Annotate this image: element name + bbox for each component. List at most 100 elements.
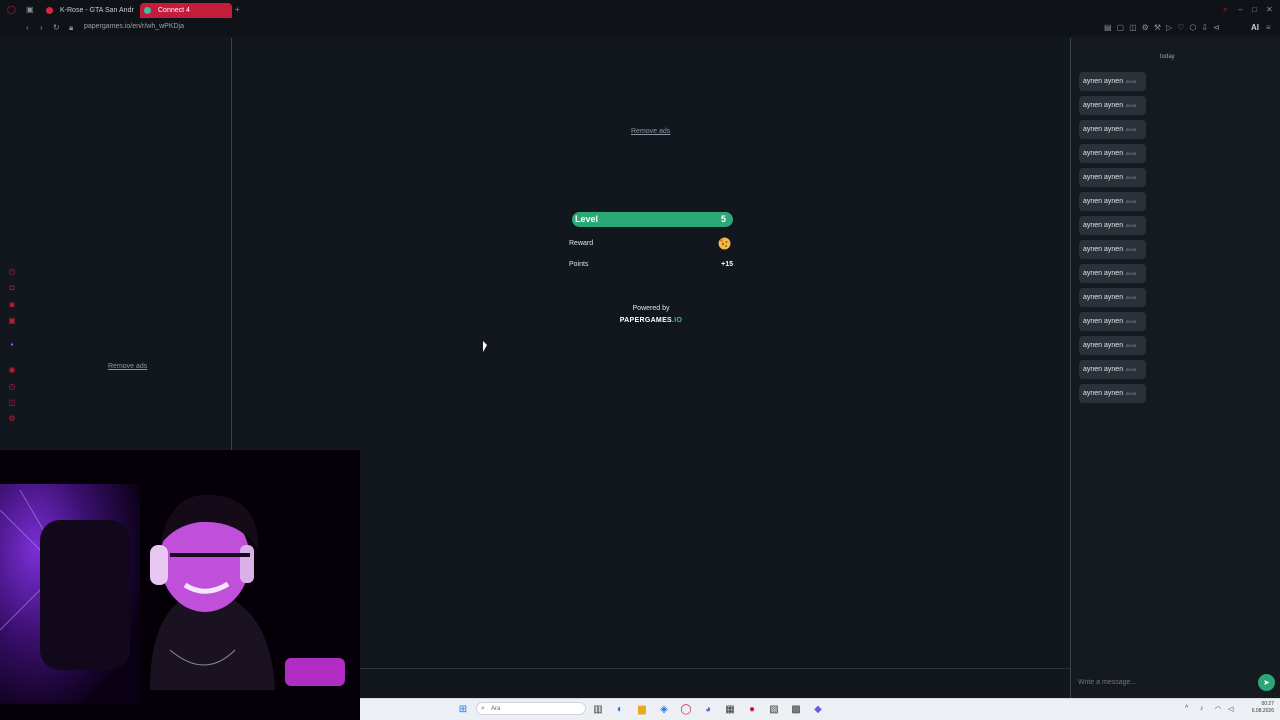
chat-message-text: aynen aynen — [1083, 126, 1124, 133]
sidebar-settings-icon[interactable]: ⚙ — [7, 414, 17, 424]
chat-message-time: 00:24 — [1126, 103, 1137, 108]
app-icon-2[interactable]: ● — [745, 703, 759, 717]
app-icon-5[interactable]: ◆ — [811, 703, 825, 717]
maximize-icon[interactable]: □ — [1252, 5, 1257, 15]
store-icon[interactable]: ◈ — [657, 703, 671, 717]
clock-date: 6.08.2026 — [1251, 708, 1274, 714]
send-button[interactable]: ➤ — [1258, 674, 1275, 691]
sidebar-box-icon[interactable]: ◫ — [7, 398, 17, 408]
chat-message-text: aynen aynen — [1083, 198, 1124, 205]
chat-message: aynen aynen 00:24 — [1079, 312, 1146, 331]
remove-ads-link-top[interactable]: Remove ads — [631, 128, 670, 135]
taskbar-search-placeholder: Ara — [491, 706, 501, 712]
chat-message-time: 00:24 — [1126, 199, 1137, 204]
lock-icon: 🔒︎ — [69, 23, 74, 32]
workspaces-icon[interactable]: ▣ — [26, 5, 34, 15]
chat-message-time: 00:24 — [1126, 319, 1137, 324]
chat-message-input[interactable] — [1072, 674, 1262, 690]
chat-message: aynen aynen 00:24 — [1079, 216, 1146, 235]
points-value: +15 — [721, 261, 733, 268]
tab-gta[interactable]: K-Rose - GTA San Andr — [42, 3, 138, 18]
wifi-icon[interactable]: ◠ — [1215, 705, 1221, 713]
chat-message-time: 00:24 — [1126, 247, 1137, 252]
taskbar-clock[interactable]: 00:27 6.08.2026 — [1244, 701, 1274, 715]
game-footer — [360, 668, 1070, 698]
sidebar-twitch-icon[interactable]: ▪ — [7, 340, 17, 350]
cookie-icon — [717, 236, 732, 251]
ai-button[interactable]: AI — [1251, 23, 1259, 33]
webcam-overlay — [0, 450, 360, 720]
edge-icon[interactable]: ◐ — [613, 703, 627, 717]
tab-label: Connect 4 — [158, 7, 190, 14]
chat-message-text: aynen aynen — [1083, 366, 1124, 373]
chat-message-time: 00:24 — [1126, 223, 1137, 228]
sidebar-bag-icon[interactable]: ◘ — [7, 283, 17, 293]
chat-message-text: aynen aynen — [1083, 294, 1124, 301]
minimize-icon[interactable]: – — [1238, 5, 1242, 15]
volume-icon[interactable]: ◁ — [1228, 705, 1233, 713]
opera-icon[interactable]: ◯ — [679, 703, 693, 717]
chat-message: aynen aynen 00:24 — [1079, 288, 1146, 307]
extensions-icons[interactable]: ▤▢◫⚙⚒▷♡⬡⇩⊲ — [1104, 23, 1225, 33]
tab-label: K-Rose - GTA San Andr — [60, 7, 134, 14]
task-view-icon[interactable]: ▥ — [591, 703, 605, 717]
logo-tld: .IO — [672, 317, 683, 324]
chat-message: aynen aynen 00:24 — [1079, 360, 1146, 379]
windows-start-icon[interactable]: ⊞ — [456, 703, 470, 717]
menu-icon[interactable]: ≡ — [1266, 23, 1271, 33]
taskbar-search[interactable]: ⌕ Ara — [476, 702, 586, 715]
chat-message-time: 00:24 — [1126, 295, 1137, 300]
chat-message: aynen aynen 00:24 — [1079, 336, 1146, 355]
discord-icon[interactable]: ◕ — [701, 703, 715, 717]
chat-message: aynen aynen 00:24 — [1079, 72, 1146, 91]
url-field[interactable]: papergames.io/en/r/wh_wPKDja — [84, 23, 184, 30]
tray-chevron-icon[interactable]: ^ — [1185, 705, 1188, 712]
left-ad-panel: Remove ads — [22, 38, 232, 450]
chat-message-text: aynen aynen — [1083, 174, 1124, 181]
powered-by-text: Powered by — [632, 305, 670, 312]
close-icon[interactable]: ✕ — [1266, 5, 1273, 15]
chat-message-time: 00:24 — [1126, 79, 1137, 84]
app-icon-3[interactable]: ▧ — [767, 703, 781, 717]
chat-message-time: 00:24 — [1126, 343, 1137, 348]
reload-icon[interactable]: ↻ — [53, 23, 60, 33]
mic-icon[interactable]: ♪ — [1200, 705, 1204, 712]
mouse-cursor — [483, 341, 487, 352]
new-tab-button[interactable]: + — [235, 5, 240, 15]
sidebar-wallet-icon[interactable]: ▣ — [7, 316, 17, 326]
points-label: Points — [569, 261, 589, 268]
chat-message-text: aynen aynen — [1083, 150, 1124, 157]
search-tabs-icon[interactable]: ⌕ — [1223, 5, 1227, 15]
chat-message: aynen aynen 00:24 — [1079, 168, 1146, 187]
chat-message-text: aynen aynen — [1083, 246, 1124, 253]
chat-message-text: aynen aynen — [1083, 102, 1124, 109]
logo-main: PAPERGAMES — [619, 317, 673, 324]
level-label: Level — [575, 214, 599, 224]
opera-logo-icon[interactable]: ◯ — [7, 5, 16, 15]
sidebar-messenger-icon[interactable]: ◙ — [7, 300, 17, 310]
chat-message: aynen aynen 00:24 — [1079, 264, 1146, 283]
chat-message: aynen aynen 00:24 — [1079, 96, 1146, 115]
app-icon-1[interactable]: ▦ — [723, 703, 737, 717]
chat-message-time: 00:24 — [1126, 391, 1137, 396]
sidebar-history-icon[interactable]: ◷ — [7, 267, 17, 277]
search-icon: ⌕ — [481, 705, 485, 712]
chat-message-text: aynen aynen — [1083, 270, 1124, 277]
app-icon-4[interactable]: ▩ — [789, 703, 803, 717]
chat-message-time: 00:24 — [1126, 127, 1137, 132]
chat-message: aynen aynen 00:24 — [1079, 240, 1146, 259]
chat-message: aynen aynen 00:24 — [1079, 384, 1146, 403]
tab-connect4[interactable]: Connect 4 — [140, 3, 232, 18]
file-explorer-icon[interactable]: ▆ — [635, 703, 649, 717]
chat-message-time: 00:24 — [1126, 367, 1137, 372]
back-icon[interactable]: ‹ — [26, 23, 29, 33]
sidebar-clock-icon[interactable]: ◴ — [7, 382, 17, 392]
youtube-icon — [46, 7, 53, 14]
remove-ads-link-left[interactable]: Remove ads — [108, 363, 147, 370]
address-bar: ‹ › ↻ 🔒︎ papergames.io/en/r/wh_wPKDja ▤▢… — [0, 20, 1280, 36]
chat-message-text: aynen aynen — [1083, 318, 1124, 325]
papergames-logo[interactable]: PAPERGAMES.IO — [610, 317, 692, 324]
forward-icon[interactable]: › — [40, 23, 43, 33]
sidebar-player-icon[interactable]: ◉ — [7, 365, 17, 375]
streamer-video — [0, 450, 360, 720]
